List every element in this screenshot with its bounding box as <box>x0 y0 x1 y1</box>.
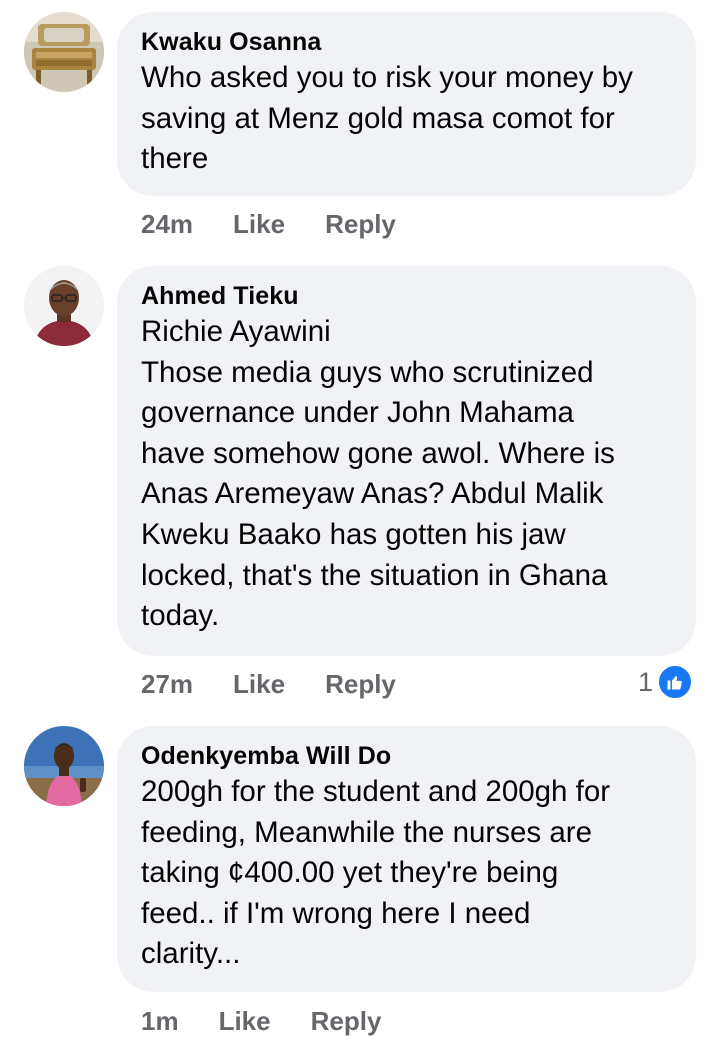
reply-button[interactable]: Reply <box>325 209 396 240</box>
comment-author[interactable]: Odenkyemba Will Do <box>141 740 672 772</box>
comment-line: Anas Aremeyaw Anas? Abdul Malik <box>141 477 604 511</box>
avatar-photo-furniture-icon <box>24 12 104 92</box>
comment-line: Richie Ayawini <box>141 315 331 348</box>
comment-text: Who asked you to risk your money by savi… <box>141 58 672 180</box>
comment-line: Kweku Baako has gotten his jaw <box>141 517 566 551</box>
avatar[interactable] <box>24 12 104 92</box>
reaction-summary[interactable]: 1 <box>638 664 694 700</box>
comment-bubble: Ahmed Tieku Richie Ayawini Those media g… <box>117 266 696 656</box>
comment-line: Who asked you to risk your money by <box>141 61 633 94</box>
comment-line: have somehow gone awol. Where is <box>141 436 615 470</box>
comment-bubble: Kwaku Osanna Who asked you to risk your … <box>117 12 696 196</box>
like-button[interactable]: Like <box>233 209 285 240</box>
comment-line: feeding, Meanwhile the nurses are <box>141 815 592 849</box>
avatar[interactable] <box>24 726 104 806</box>
comment-author[interactable]: Ahmed Tieku <box>141 280 672 312</box>
avatar-photo-man-glasses-icon <box>24 266 104 346</box>
comment-actions: 24m Like Reply <box>141 206 396 242</box>
like-reaction-icon <box>657 664 694 700</box>
comment-line: clarity... <box>141 937 241 971</box>
comment-line: Those media guys who scrutinized <box>141 355 594 389</box>
comment-timestamp[interactable]: 24m <box>141 209 193 240</box>
comment-line: governance under John Mahama <box>141 396 574 430</box>
reply-button[interactable]: Reply <box>311 1006 382 1037</box>
like-button[interactable]: Like <box>219 1006 271 1037</box>
comment-timestamp[interactable]: 1m <box>141 1006 179 1037</box>
avatar[interactable] <box>24 266 104 346</box>
comment-line: today. <box>141 599 220 633</box>
comment-line: 200gh for the student and 200gh for <box>141 775 611 808</box>
reply-button[interactable]: Reply <box>325 669 396 700</box>
comment-actions: 1m Like Reply <box>141 1003 381 1039</box>
avatar-photo-man-pink-shirt-icon <box>24 726 104 806</box>
comment-author[interactable]: Kwaku Osanna <box>141 26 672 58</box>
comment-line: feed.. if I'm wrong here I need <box>141 896 531 930</box>
comment-line: locked, that's the situation in Ghana <box>141 558 608 592</box>
comment-line: there <box>141 142 209 176</box>
comment-line: taking ¢400.00 yet they're being <box>141 856 559 890</box>
comment-text: Richie Ayawini Those media guys who scru… <box>141 312 672 637</box>
comment-actions: 27m Like Reply <box>141 666 396 702</box>
comment-timestamp[interactable]: 27m <box>141 669 193 700</box>
comment-line: saving at Menz gold masa comot for <box>141 101 615 135</box>
like-button[interactable]: Like <box>233 669 285 700</box>
reaction-count: 1 <box>638 666 654 697</box>
comment-text: 200gh for the student and 200gh for feed… <box>141 772 672 975</box>
comment-bubble: Odenkyemba Will Do 200gh for the student… <box>117 726 696 992</box>
